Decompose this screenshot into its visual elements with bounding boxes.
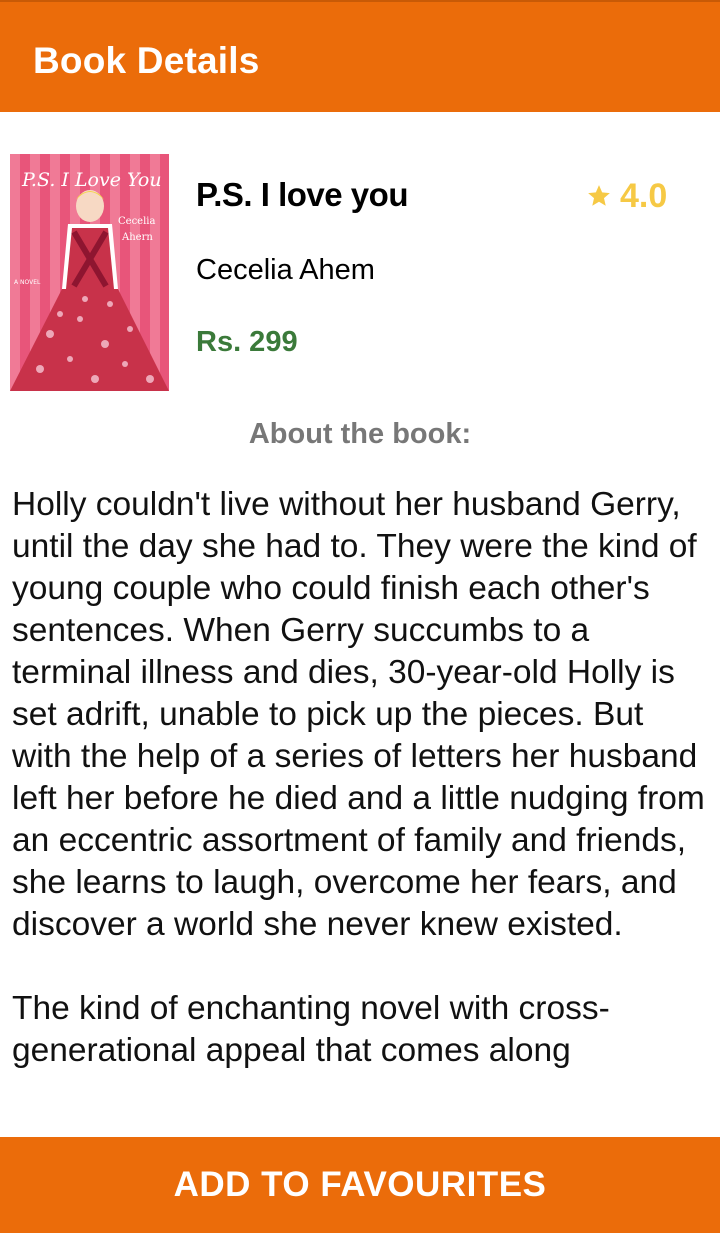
book-cover-image: P.S. I Love You Cecelia Ahern A NOVEL	[10, 154, 169, 391]
book-description[interactable]: Holly couldn't live without her husband …	[12, 484, 712, 1134]
description-paragraph: Holly couldn't live without her husband …	[12, 486, 705, 943]
book-price: Rs. 299	[196, 326, 298, 358]
cover-author-last: Ahern	[121, 232, 153, 243]
about-heading: About the book:	[248, 418, 472, 450]
rating: 4.0	[586, 176, 667, 216]
cover-title-text: P.S. I Love You	[21, 169, 162, 191]
description-paragraph: The kind of enchanting novel with cross-…	[12, 990, 610, 1069]
cover-novel-tag: A NOVEL	[14, 279, 41, 286]
add-to-favourites-label: ADD TO FAVOURITES	[173, 1165, 547, 1204]
book-author: Cecelia Ahem	[196, 254, 375, 286]
star-icon	[586, 183, 612, 209]
app-bar-title: Book Details	[33, 40, 260, 81]
app-bar: Book Details	[0, 0, 720, 112]
cover-author-first: Cecelia	[118, 216, 155, 227]
rating-value: 4.0	[620, 176, 668, 215]
book-title: P.S. I love you	[196, 176, 408, 213]
add-to-favourites-button[interactable]: ADD TO FAVOURITES	[0, 1137, 720, 1233]
